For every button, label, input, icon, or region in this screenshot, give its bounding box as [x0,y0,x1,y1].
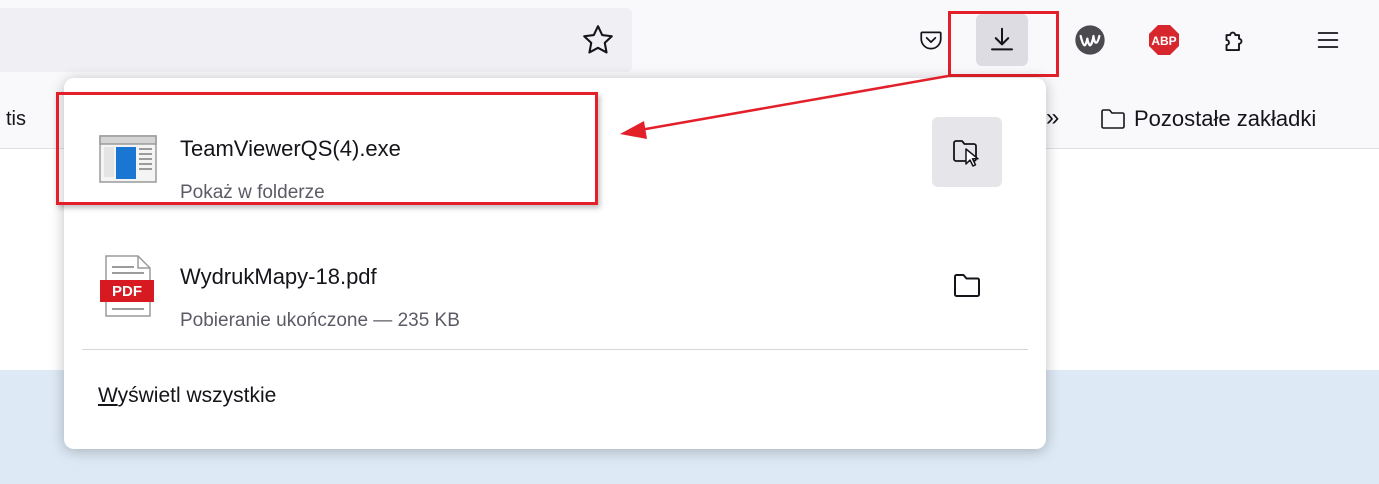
w-extension-button[interactable] [1064,14,1116,66]
bookmarks-overflow-button[interactable]: » [1046,104,1059,132]
pdf-badge: PDF [112,283,142,300]
other-bookmarks-folder[interactable]: Pozostałe zakładki [1100,106,1316,132]
url-bar[interactable] [0,8,632,72]
hamburger-menu-icon [1317,32,1339,48]
downloads-button-highlight [948,11,1059,77]
folder-icon [954,274,980,297]
menu-button[interactable] [1302,14,1354,66]
download-status: Pobieranie ukończone — 235 KB [180,310,460,331]
adblock-plus-icon: ABP [1149,25,1179,55]
panel-separator [82,349,1028,350]
other-bookmarks-label: Pozostałe zakładki [1134,106,1317,131]
puzzle-icon [1225,31,1243,51]
show-all-label: yświetl wszystkie [117,384,277,407]
open-folder-cursor-icon [953,140,979,167]
extensions-button[interactable] [1208,14,1260,66]
download-item-wydrukmapy[interactable]: PDF WydrukMapy-18.pdf Pobieranie ukończo… [82,226,1028,344]
download-filename: WydrukMapy-18.pdf [180,264,377,289]
w-extension-icon [1075,25,1105,55]
download-item-highlight [56,92,598,205]
show-all-downloads-button[interactable]: Wyświetl wszystkie [98,384,276,408]
pdf-file-icon: PDF [100,255,154,317]
show-in-folder-button[interactable] [932,250,1002,320]
show-all-accesskey: W [98,384,118,407]
open-folder-button[interactable] [932,117,1002,187]
pocket-icon [920,31,942,50]
bookmark-partial-item[interactable]: tis [6,108,26,131]
star-icon[interactable] [580,22,616,58]
folder-icon [1101,109,1125,129]
adblock-label: ABP [1151,34,1176,48]
adblock-plus-button[interactable]: ABP [1138,14,1190,66]
